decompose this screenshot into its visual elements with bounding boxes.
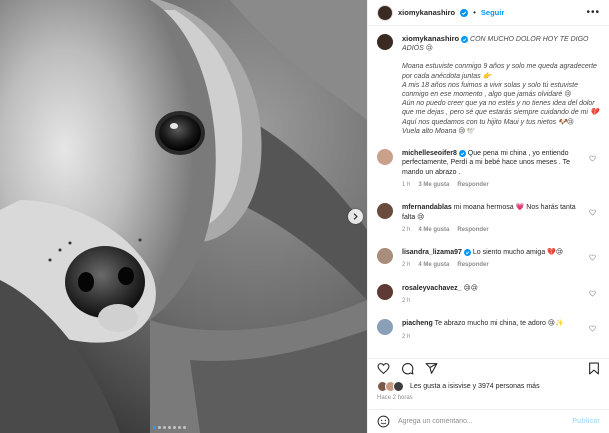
more-icon[interactable]: ••• (586, 7, 600, 18)
follow-button[interactable]: Seguir (481, 8, 504, 17)
carousel-dot (173, 426, 176, 429)
comment-username[interactable]: piacheng (402, 320, 433, 327)
avatar[interactable] (377, 4, 393, 21)
publish-button[interactable]: Publicar (572, 418, 600, 425)
caption-line: Aquí nos quedamos con tu hijito Maui y t… (402, 118, 575, 126)
share-icon[interactable] (425, 362, 438, 375)
avatar[interactable] (377, 248, 393, 265)
avatar[interactable] (377, 149, 393, 166)
post-side-panel: xiomykanashiro • Seguir ••• xiomykanashi… (367, 0, 609, 433)
carousel-indicator (153, 426, 186, 429)
next-slide-button[interactable] (348, 209, 363, 224)
carousel-dot (163, 426, 166, 429)
bookmark-icon[interactable] (588, 362, 600, 375)
avatar[interactable] (377, 34, 393, 50)
comment-time: 2 h (402, 333, 411, 340)
verified-badge-icon (460, 8, 469, 17)
like-comment-heart-icon[interactable] (589, 290, 596, 297)
caption-line: Aún no puedo creer que ya no estés y no … (402, 100, 595, 108)
reply-button[interactable]: Responder (457, 226, 488, 235)
heart-icon[interactable] (377, 362, 390, 375)
reply-button[interactable]: Responder (457, 261, 488, 270)
comment-item: mfernandablas mi moana hermosa 💗 Nos har… (377, 203, 600, 235)
avatar[interactable] (377, 203, 393, 220)
header-username[interactable]: xiomykanashiro (398, 8, 455, 17)
comment-text: 😢😢 (463, 284, 479, 292)
dog-photo-image (0, 0, 367, 433)
comment-text: Te abrazo mucho mi china, te adoro 😢✨ (434, 320, 564, 328)
chevron-right-icon (353, 213, 358, 220)
comment-username[interactable]: rosaleyvachavez_ (402, 285, 462, 292)
likes-text: Les gusta a isisvise y 3974 personas más (410, 383, 540, 390)
verified-badge-icon (463, 248, 471, 256)
carousel-dot (168, 426, 171, 429)
caption-line: por cada anécdota juntas 👉 (402, 72, 492, 80)
comment-username[interactable]: lisandra_lizama97 (402, 249, 462, 256)
comment-item: lisandra_lizama97 Lo siento mucho amiga … (377, 248, 600, 271)
post-actions-bar (368, 358, 609, 378)
post-caption: xiomykanashiro CON MUCHO DOLOR HOY TE DI… (377, 34, 600, 136)
comment-username[interactable]: michelleseoifer8 (402, 150, 457, 157)
avatar (393, 381, 404, 392)
post-time: Hace 2 horas (377, 395, 413, 401)
verified-badge-icon (461, 35, 469, 43)
carousel-dot (153, 426, 156, 429)
carousel-dot (178, 426, 181, 429)
comment-likes[interactable]: 3 Me gusta (418, 181, 449, 190)
carousel-dot (158, 426, 161, 429)
caption-line: conmigo en ese momento , algo que jamás … (402, 91, 572, 99)
like-comment-heart-icon[interactable] (589, 254, 596, 261)
avatar[interactable] (377, 319, 393, 336)
like-comment-heart-icon[interactable] (589, 209, 596, 216)
emoji-icon[interactable] (377, 415, 390, 428)
comments-list[interactable]: xiomykanashiro CON MUCHO DOLOR HOY TE DI… (368, 30, 609, 356)
caption-line: que me dejas , pero sé que estarás siemp… (402, 109, 599, 117)
header-separator: • (473, 8, 476, 17)
post-photo[interactable] (0, 0, 367, 433)
reply-button[interactable]: Responder (457, 181, 488, 190)
comment-time: 1 h (402, 181, 411, 188)
comment-item: piacheng Te abrazo mucho mi china, te ad… (377, 319, 600, 342)
likes-summary[interactable]: Les gusta a isisvise y 3974 personas más (377, 381, 540, 392)
comment-time: 2 h (402, 298, 411, 304)
like-comment-heart-icon[interactable] (589, 325, 596, 332)
caption-line: Moana estuviste conmigo 9 años y solo me… (402, 63, 597, 71)
verified-badge-icon (458, 149, 466, 157)
caption-username[interactable]: xiomykanashiro (402, 34, 459, 43)
carousel-dot (183, 426, 186, 429)
caption-line: A mis 18 años nos fuimos a vivir solas y… (402, 81, 578, 89)
comment-input[interactable] (398, 418, 565, 425)
comment-item: rosaleyvachavez_ 😢😢 2 h (377, 283, 600, 307)
liker-avatars (377, 381, 404, 392)
comment-time: 2 h (402, 262, 411, 269)
avatar[interactable] (377, 283, 393, 300)
comment-time: 2 h (402, 226, 411, 233)
post-header: xiomykanashiro • Seguir ••• (368, 0, 609, 26)
comment-likes[interactable]: 4 Me gusta (418, 226, 449, 235)
comment-icon[interactable] (401, 362, 414, 375)
comment-text: Lo siento mucho amiga 💔😢 (472, 249, 564, 257)
comment-item: michelleseoifer8 Que pena mi china , yo … (377, 149, 600, 190)
comment-likes[interactable]: 4 Me gusta (418, 261, 449, 270)
add-comment-bar: Publicar (368, 409, 609, 433)
caption-line: Vuela alto Moana 😢🕊️ (402, 127, 475, 135)
like-comment-heart-icon[interactable] (589, 155, 596, 162)
comment-username[interactable]: mfernandablas (402, 204, 452, 211)
